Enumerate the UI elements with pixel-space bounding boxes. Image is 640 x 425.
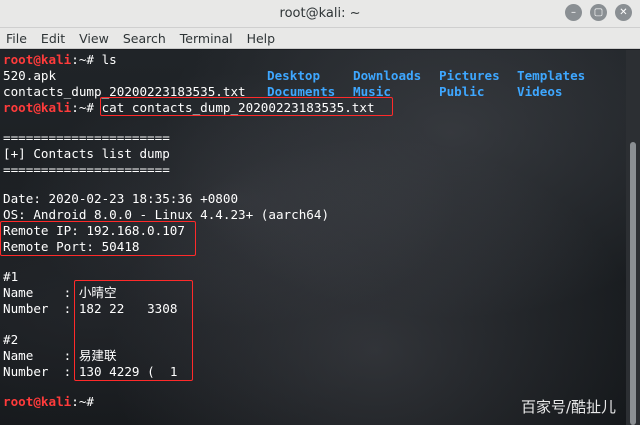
contact-number-label: Number : xyxy=(3,364,79,379)
dump-header: [+] Contacts list dump xyxy=(3,146,170,161)
prompt-user: root@kali xyxy=(3,100,72,115)
terminal-window: root@kali: ~ – ▢ ✕ File Edit View Search… xyxy=(0,0,640,425)
ls-dir: Desktop xyxy=(267,68,321,83)
command-highlight-box xyxy=(100,97,393,116)
menu-file[interactable]: File xyxy=(6,31,27,46)
window-controls: – ▢ ✕ xyxy=(565,4,632,21)
contact-name-label: Name : xyxy=(3,285,79,300)
ls-row-1: 520.apk Desktop Downloads Pictures Templ… xyxy=(3,68,623,84)
menu-help[interactable]: Help xyxy=(247,31,276,46)
dump-date: Date: 2020-02-23 18:35:36 +0800 xyxy=(3,191,239,206)
terminal-output[interactable]: root@kali:~# ls 520.apk Desktop Download… xyxy=(0,50,626,425)
title-bar: root@kali: ~ – ▢ ✕ xyxy=(0,0,640,28)
menu-search[interactable]: Search xyxy=(123,31,166,46)
prompt-user: root@kali xyxy=(3,52,72,67)
remote-info-highlight-box xyxy=(0,221,196,256)
ls-dir: Pictures xyxy=(439,68,500,83)
menu-view[interactable]: View xyxy=(79,31,109,46)
menu-terminal[interactable]: Terminal xyxy=(180,31,233,46)
scrollbar[interactable] xyxy=(626,50,640,425)
prompt-path: :~# xyxy=(71,394,94,409)
ls-dir: Public xyxy=(439,84,485,99)
close-button[interactable]: ✕ xyxy=(615,4,632,21)
ls-dir: Videos xyxy=(517,84,563,99)
command-ls: ls xyxy=(94,52,117,67)
window-title: root@kali: ~ xyxy=(279,6,361,21)
contacts-highlight-box xyxy=(74,280,193,381)
maximize-button[interactable]: ▢ xyxy=(590,4,607,21)
prompt-path: :~# xyxy=(71,100,94,115)
contact-name-label: Name : xyxy=(3,348,79,363)
ls-dir: Templates xyxy=(517,68,586,83)
prompt-user: root@kali xyxy=(3,394,72,409)
prompt-line-ls: root@kali:~# ls xyxy=(3,52,117,68)
ls-file: 520.apk xyxy=(3,68,57,83)
menu-edit[interactable]: Edit xyxy=(41,31,65,46)
minimize-button[interactable]: – xyxy=(565,4,582,21)
prompt-path: :~# xyxy=(71,52,94,67)
ls-dir: Downloads xyxy=(353,68,422,83)
contact-number-label: Number : xyxy=(3,301,79,316)
separator-line: ====================== xyxy=(3,162,170,177)
scrollbar-thumb[interactable] xyxy=(630,142,636,425)
contact-index: #2 xyxy=(3,332,19,347)
separator-line: ====================== xyxy=(3,130,170,145)
watermark: 百家号/酷扯儿 xyxy=(520,398,616,416)
menu-bar: File Edit View Search Terminal Help xyxy=(0,28,640,49)
contact-index: #1 xyxy=(3,269,19,284)
prompt-line-final: root@kali:~# xyxy=(3,394,94,410)
